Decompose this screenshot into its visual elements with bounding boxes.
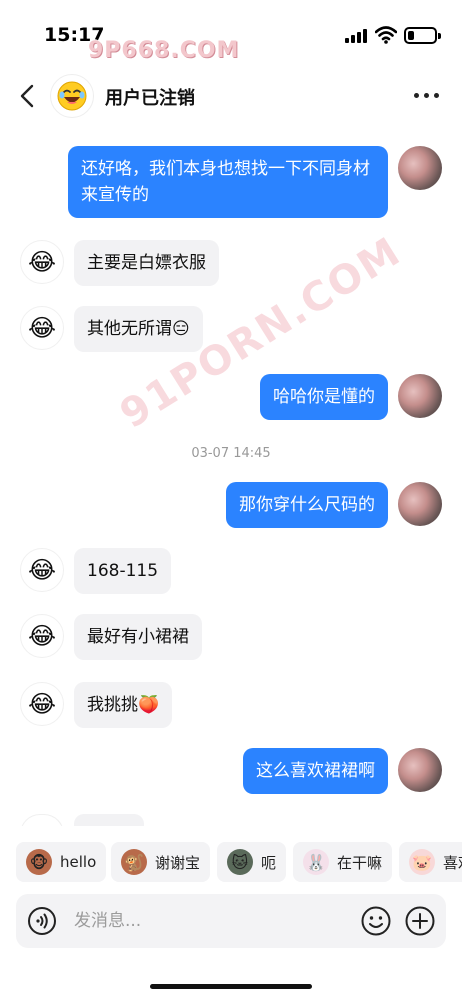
quick-reply-chip[interactable]: 🐷 喜欢	[399, 842, 462, 882]
message-row: 那你穿什么尺码的	[0, 482, 462, 528]
message-bubble-incoming[interactable]: 其他无所谓😑	[74, 306, 203, 352]
quick-reply-chip[interactable]: 🐰 在干嘛	[293, 842, 393, 882]
contact-avatar-small[interactable]: 😂	[20, 306, 64, 350]
more-options-icon[interactable]	[414, 92, 440, 100]
status-bar: 15:17 9P668.COM	[0, 0, 462, 70]
quick-reply-label: hello	[60, 853, 97, 871]
message-row: 😂 主要是白嫖衣服	[0, 240, 462, 286]
my-avatar[interactable]	[398, 374, 442, 418]
watermark-text: 9P668.COM	[88, 38, 240, 63]
quick-reply-label: 呃	[261, 853, 277, 872]
contact-avatar-small	[20, 814, 64, 826]
bunny-sticker-icon: 🐰	[303, 849, 329, 875]
message-composer	[16, 894, 446, 948]
monkey-sticker-icon: 🐵	[26, 849, 52, 875]
quick-reply-label: 喜欢	[443, 853, 462, 872]
message-row: 😂 其他无所谓😑	[0, 306, 462, 352]
message-row: 还好咯，我们本身也想找一下不同身材来宣传的	[0, 146, 462, 220]
laughing-emoji-icon	[57, 81, 87, 111]
message-input[interactable]	[74, 907, 344, 935]
plus-icon[interactable]	[404, 905, 436, 937]
message-bubble-outgoing[interactable]: 哈哈你是懂的	[260, 374, 388, 420]
message-bubble-incoming[interactable]: 168-115	[74, 548, 172, 594]
quick-reply-chip[interactable]: 🐱 呃	[217, 842, 287, 882]
my-avatar[interactable]	[398, 146, 442, 190]
emoji-icon[interactable]	[360, 905, 392, 937]
message-bubble-incoming[interactable]: 主要是白嫖衣服	[74, 240, 219, 286]
message-bubble-outgoing[interactable]: 这么喜欢裙裙啊	[243, 748, 388, 794]
message-bubble-incoming[interactable]: 最好有小裙裙	[74, 614, 202, 660]
contact-avatar-small[interactable]: 😂	[20, 240, 64, 284]
laughing-emoji-icon: 😂	[27, 248, 57, 276]
battery-level	[408, 31, 414, 40]
contact-avatar-small[interactable]: 😂	[20, 548, 64, 592]
cat-sticker-icon: 🐱	[227, 849, 253, 875]
laughing-emoji-icon: 😂	[27, 314, 57, 342]
message-bubble-outgoing[interactable]: 那你穿什么尺码的	[226, 482, 388, 528]
chat-header: 用户已注销	[0, 70, 462, 126]
voice-input-icon[interactable]	[27, 906, 57, 936]
battery-icon	[404, 27, 441, 44]
message-row: 😂 最好有小裙裙	[0, 614, 462, 660]
message-bubble-outgoing[interactable]: 还好咯，我们本身也想找一下不同身材来宣传的	[68, 146, 388, 218]
contact-avatar-small[interactable]: 😂	[20, 614, 64, 658]
message-timestamp: 03-07 14:45	[191, 446, 271, 461]
cellular-signal-icon	[345, 29, 367, 43]
message-row: 这么喜欢裙裙啊	[0, 748, 462, 794]
message-row: 😂 我挑挑🍑	[0, 682, 462, 728]
quick-reply-label: 谢谢宝	[155, 853, 201, 872]
message-row-partial	[0, 814, 462, 826]
quick-reply-chip[interactable]: 🐵 hello	[16, 842, 107, 882]
my-avatar[interactable]	[398, 748, 442, 792]
home-indicator	[150, 984, 312, 989]
monkey-bow-sticker-icon: 🐒	[121, 849, 147, 875]
back-arrow-icon[interactable]	[14, 82, 42, 110]
wifi-icon	[375, 26, 397, 44]
quick-reply-label: 在干嘛	[337, 853, 383, 872]
message-row: 😂 168-115	[0, 548, 462, 594]
pig-sticker-icon: 🐷	[409, 849, 435, 875]
message-bubble-incoming-partial	[74, 814, 144, 826]
laughing-emoji-icon: 😂	[27, 622, 57, 650]
contact-avatar-small[interactable]: 😂	[20, 682, 64, 726]
message-bubble-incoming[interactable]: 我挑挑🍑	[74, 682, 173, 728]
my-avatar[interactable]	[398, 482, 442, 526]
message-row: 哈哈你是懂的	[0, 374, 462, 420]
quick-reply-chip[interactable]: 🐒 谢谢宝	[111, 842, 211, 882]
contact-avatar[interactable]	[50, 74, 94, 118]
laughing-emoji-icon: 😂	[27, 556, 57, 584]
contact-name: 用户已注销	[105, 88, 195, 109]
laughing-emoji-icon: 😂	[27, 690, 57, 718]
message-list[interactable]: 还好咯，我们本身也想找一下不同身材来宣传的 😂 主要是白嫖衣服 😂 其他无所谓😑…	[0, 126, 462, 826]
quick-reply-bar[interactable]: 🐵 hello 🐒 谢谢宝 🐱 呃 🐰 在干嘛 🐷 喜欢	[0, 838, 462, 888]
